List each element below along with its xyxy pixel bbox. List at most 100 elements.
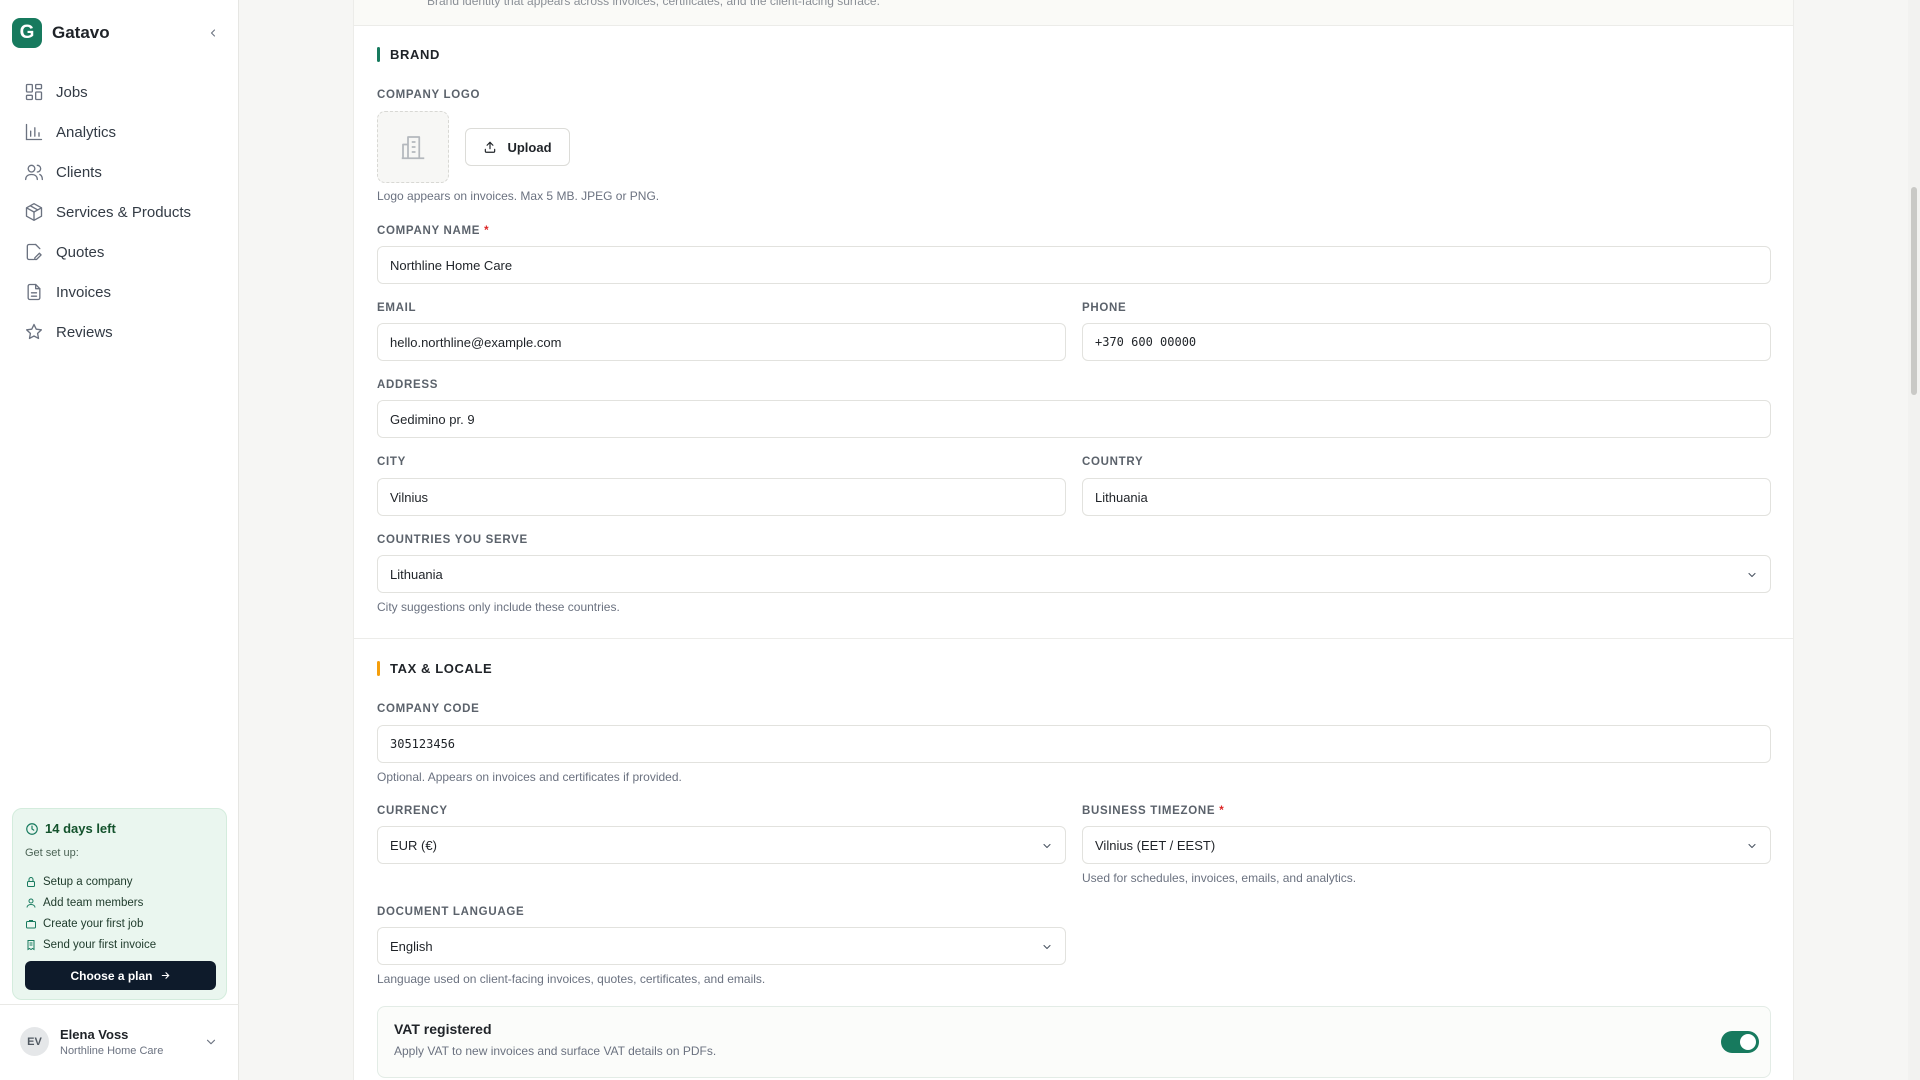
scrollbar-thumb[interactable] <box>1911 187 1917 395</box>
currency-label: CURRENCY <box>377 805 448 817</box>
sidebar-item-analytics[interactable]: Analytics <box>12 112 227 152</box>
sidebar-item-quotes[interactable]: Quotes <box>12 232 227 272</box>
arrow-right-icon <box>161 972 169 979</box>
currency-select[interactable]: EUR (€) <box>377 826 1066 864</box>
receipt-icon <box>27 939 35 950</box>
document-language-select[interactable]: English <box>377 927 1066 965</box>
setup-step-label: Send your first invoice <box>43 938 157 951</box>
countries-serve-help: City suggestions only include these coun… <box>377 600 620 614</box>
choose-plan-button[interactable]: Choose a plan <box>25 961 216 990</box>
setup-step-label: Setup a company <box>43 875 133 888</box>
company-logo-label: COMPANY LOGO <box>377 89 481 101</box>
chevron-down-icon <box>206 1039 216 1045</box>
document-language-label: DOCUMENT LANGUAGE <box>377 906 525 918</box>
currency-value: EUR (€) <box>390 837 437 853</box>
user-name: Elena Voss <box>60 1027 129 1042</box>
sidebar-item-label: Clients <box>56 163 102 181</box>
setup-step-job[interactable]: Create your first job <box>25 913 156 934</box>
country-input[interactable] <box>1082 478 1771 516</box>
company-logo-placeholder[interactable] <box>377 111 449 183</box>
avatar: EV <box>20 1027 49 1056</box>
setup-step-company[interactable]: Setup a company <box>25 871 156 892</box>
brand-header: G Gatavo <box>12 18 227 48</box>
company-name-label-text: COMPANY NAME <box>377 225 481 237</box>
tax-accent-bar <box>377 661 380 676</box>
company-settings-form: Brand identity that appears across invoi… <box>353 0 1794 1080</box>
trial-days-left: 14 days left <box>25 821 116 836</box>
sidebar-item-reviews[interactable]: Reviews <box>12 312 227 352</box>
timezone-label: BUSINESS TIMEZONE * <box>1082 805 1224 817</box>
sidebar-item-label: Jobs <box>56 83 88 101</box>
app-logo[interactable]: G <box>12 18 42 48</box>
building-icon <box>401 136 425 160</box>
identity-section-header: Brand identity that appears across invoi… <box>354 0 1793 26</box>
setup-step-invoice[interactable]: Send your first invoice <box>25 934 156 955</box>
tax-section-header: TAX & LOCALE <box>377 661 492 676</box>
sidebar-item-label: Reviews <box>56 323 113 341</box>
vat-title: VAT registered <box>394 1021 492 1037</box>
file-text-icon <box>27 283 41 301</box>
sidebar-nav: Jobs Analytics Clients Services & Produc… <box>12 72 227 352</box>
grid-icon <box>25 83 43 101</box>
trial-setup-card: 14 days left Get set up: Setup a company… <box>12 808 227 1000</box>
users-icon <box>25 164 43 181</box>
bar-chart-icon <box>25 123 43 141</box>
sidebar-item-clients[interactable]: Clients <box>12 152 227 192</box>
upload-logo-button[interactable]: Upload <box>465 128 570 166</box>
required-marker: * <box>484 225 490 237</box>
brand-accent-bar <box>377 47 380 62</box>
chevron-left-icon <box>210 29 216 37</box>
sidebar-item-jobs[interactable]: Jobs <box>12 72 227 112</box>
sidebar-item-label: Analytics <box>56 123 117 141</box>
city-input[interactable] <box>377 478 1066 516</box>
chevron-down-icon <box>1748 572 1756 578</box>
timezone-help: Used for schedules, invoices, emails, an… <box>1082 871 1357 885</box>
vat-registered-row: VAT registered Apply VAT to new invoices… <box>377 1006 1771 1078</box>
phone-label: PHONE <box>1082 302 1127 314</box>
logo-help-text: Logo appears on invoices. Max 5 MB. JPEG… <box>377 189 660 203</box>
countries-serve-label: COUNTRIES YOU SERVE <box>377 534 528 546</box>
company-code-label: COMPANY CODE <box>377 703 480 715</box>
countries-serve-value: Lithuania <box>390 566 443 582</box>
setup-step-team[interactable]: Add team members <box>25 892 156 913</box>
timezone-label-text: BUSINESS TIMEZONE <box>1082 805 1216 817</box>
lock-icon <box>27 876 35 887</box>
sidebar-item-invoices[interactable]: Invoices <box>12 272 227 312</box>
trial-title-text: 14 days left <box>45 821 116 836</box>
email-input[interactable] <box>377 323 1066 361</box>
company-code-help: Optional. Appears on invoices and certif… <box>377 770 682 784</box>
address-input[interactable] <box>377 400 1771 438</box>
company-code-input[interactable] <box>377 725 1771 763</box>
countries-serve-select[interactable]: Lithuania <box>377 555 1771 593</box>
page-scrollbar[interactable] <box>1908 0 1920 1080</box>
company-name-label: COMPANY NAME * <box>377 225 489 237</box>
sidebar: G Gatavo Jobs Analytics Clients Services… <box>0 0 239 1080</box>
clock-icon <box>26 822 38 835</box>
chevron-down-icon <box>1748 843 1756 849</box>
tax-section-title: TAX & LOCALE <box>390 661 493 676</box>
upload-logo-label: Upload <box>507 139 552 155</box>
upload-icon <box>485 141 496 153</box>
company-name-input[interactable] <box>377 246 1771 284</box>
phone-input[interactable] <box>1082 323 1771 361</box>
user-company: Northline Home Care <box>60 1045 164 1057</box>
sidebar-item-label: Services & Products <box>56 203 192 221</box>
document-language-value: English <box>390 938 433 954</box>
briefcase-icon <box>26 919 36 928</box>
email-label: EMAIL <box>377 302 417 314</box>
sidebar-item-services-products[interactable]: Services & Products <box>12 192 227 232</box>
vat-registered-toggle[interactable] <box>1721 1031 1759 1053</box>
setup-step-label: Add team members <box>43 896 144 909</box>
collapse-sidebar-button[interactable] <box>203 23 223 43</box>
city-label: CITY <box>377 456 406 468</box>
vat-description: Apply VAT to new invoices and surface VA… <box>394 1044 717 1058</box>
user-menu[interactable]: EV Elena Voss Northline Home Care <box>0 1004 239 1080</box>
document-language-help: Language used on client-facing invoices,… <box>377 972 766 986</box>
brand-section-title: BRAND <box>390 47 440 62</box>
app-name: Gatavo <box>52 23 110 42</box>
timezone-value: Vilnius (EET / EEST) <box>1095 837 1216 853</box>
file-edit-icon <box>26 243 42 261</box>
required-marker: * <box>1219 805 1225 817</box>
timezone-select[interactable]: Vilnius (EET / EEST) <box>1082 826 1771 864</box>
brand-section-header: BRAND <box>377 47 440 62</box>
